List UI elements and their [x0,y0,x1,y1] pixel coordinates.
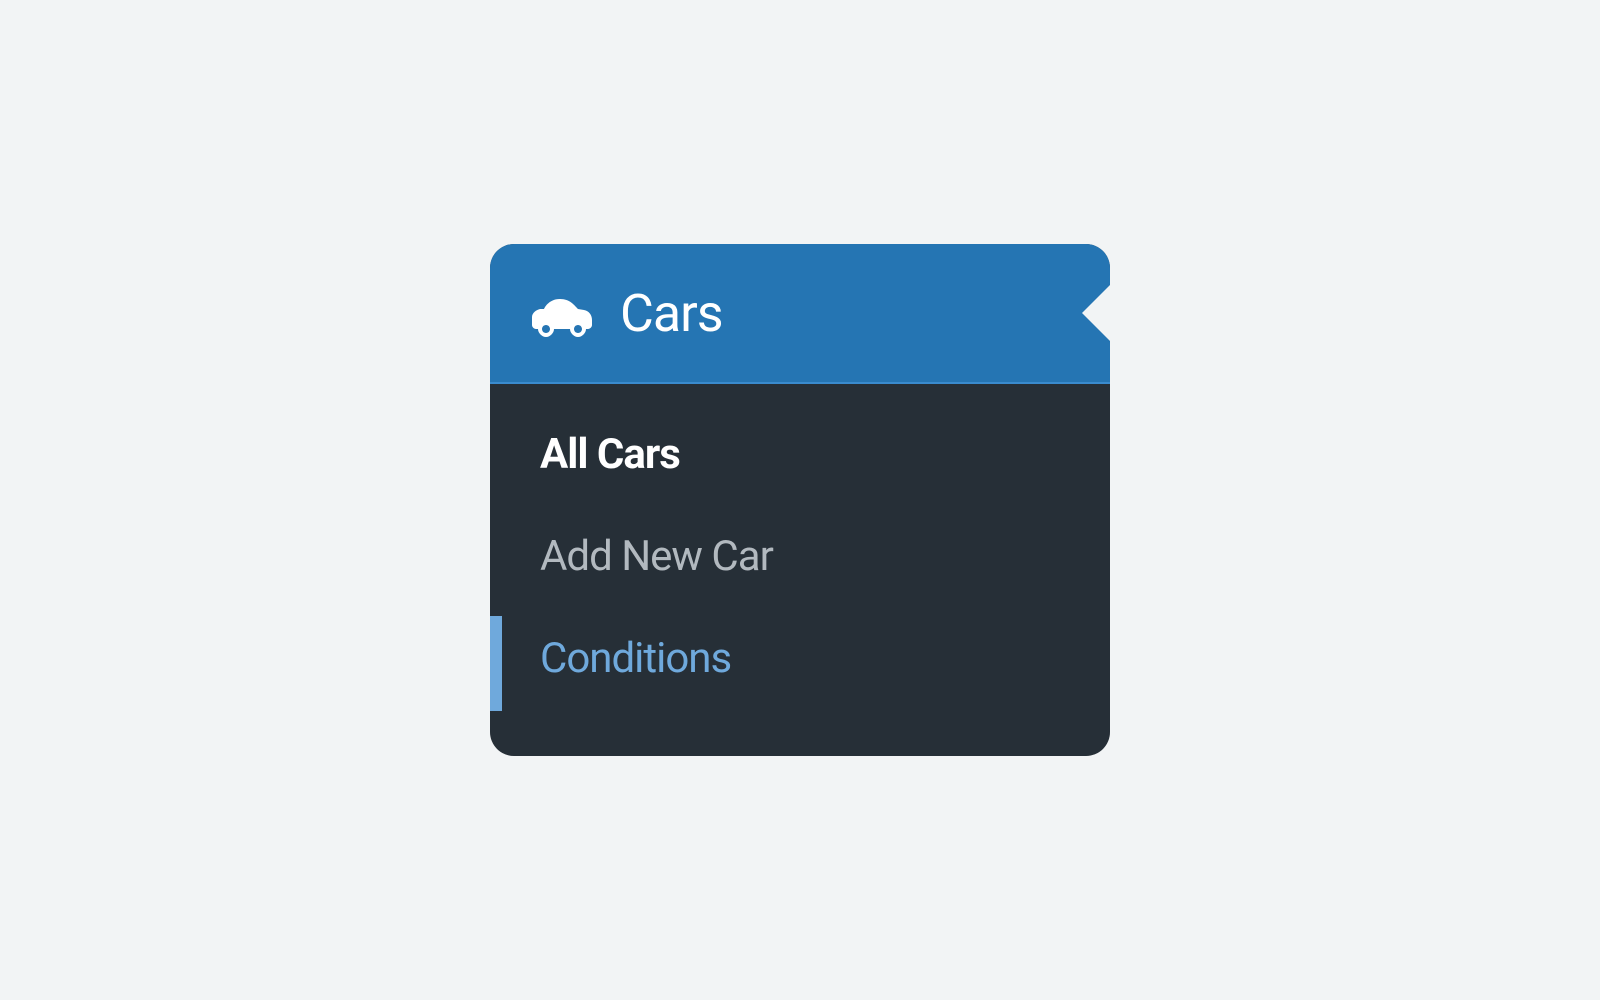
submenu-item-label: Conditions [540,634,731,683]
submenu-item-conditions[interactable]: Conditions [490,608,1110,710]
submenu-item-add-new-car[interactable]: Add New Car [490,506,1110,608]
sidebar-header-cars[interactable]: Cars [490,244,1110,384]
submenu-item-label: All Cars [540,430,680,479]
submenu-indicator [490,616,502,710]
sidebar-menu-panel: Cars All Cars Add New Car Conditions [490,244,1110,756]
car-icon [530,295,594,337]
sidebar-header-title: Cars [620,283,723,344]
submenu-item-label: Add New Car [540,532,773,581]
active-menu-notch [1082,283,1110,343]
submenu-item-all-cars[interactable]: All Cars [490,404,1110,506]
sidebar-submenu: All Cars Add New Car Conditions [490,384,1110,711]
